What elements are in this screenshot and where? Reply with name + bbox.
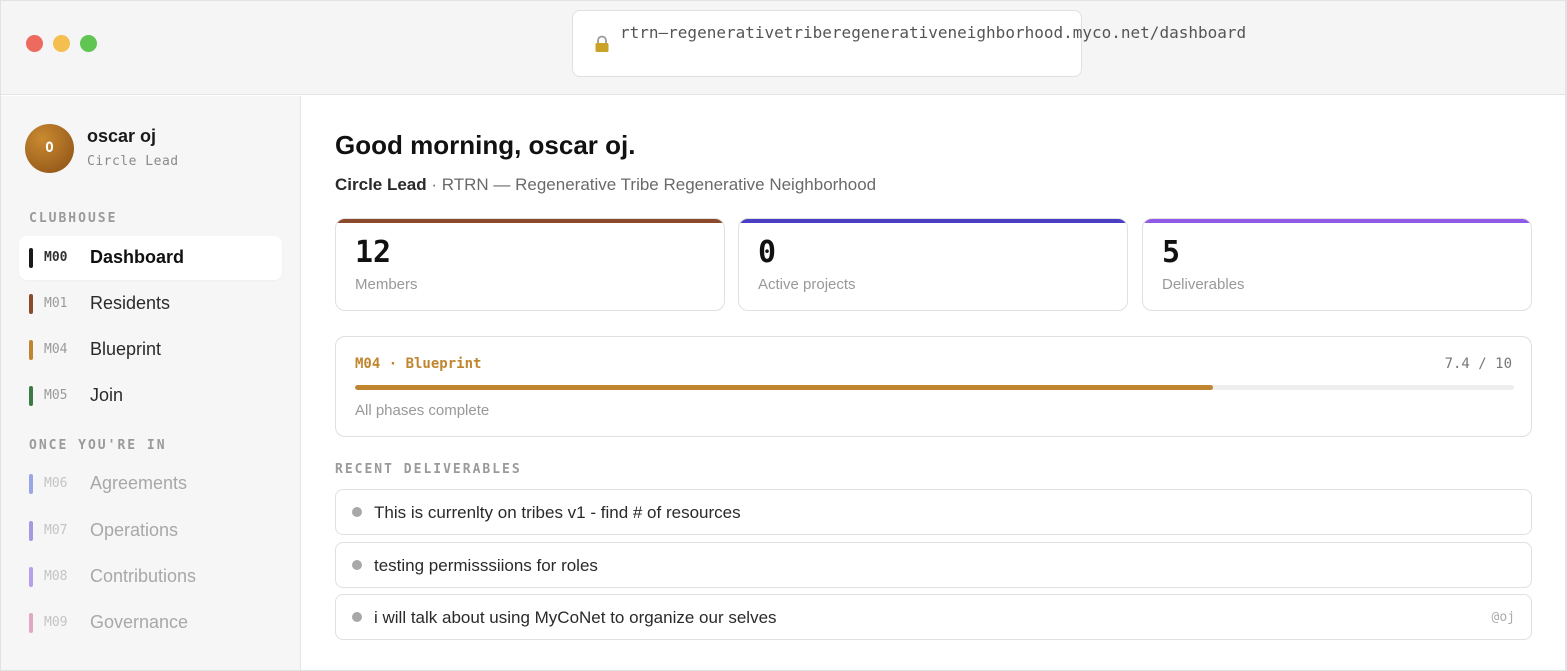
section-label-once-youre-in: ONCE YOU'RE IN [29, 438, 167, 453]
url-text: rtrn—regenerativetriberegenerativeneighb… [620, 23, 1247, 42]
blueprint-progress-card[interactable]: M04 · Blueprint 7.4 / 10 All phases comp… [335, 336, 1532, 437]
sidebar-item-contributions[interactable]: M08 Contributions [19, 555, 282, 599]
deliverable-text: This is currenlty on tribes v1 - find # … [374, 503, 741, 522]
user-role: Circle Lead [87, 154, 179, 169]
avatar[interactable]: O [25, 124, 74, 173]
nav-color-bar [29, 474, 33, 494]
deliverable-item[interactable]: testing permisssiions for roles [335, 542, 1532, 588]
bullet-dot [352, 507, 362, 517]
nav-label: Governance [90, 612, 189, 632]
maximize-window-button[interactable] [80, 35, 97, 52]
bullet-dot [352, 560, 362, 570]
blueprint-title: M04 · Blueprint [355, 356, 482, 372]
progress-track [355, 385, 1514, 390]
browser-window: rtrn—regenerativetriberegenerativeneighb… [0, 0, 1567, 671]
nav-label: Join [90, 385, 124, 405]
stat-accent [739, 219, 1127, 223]
deliverable-text: testing permisssiions for roles [374, 556, 598, 575]
deliverable-author: @oj [1491, 610, 1515, 625]
stat-value: 12 [355, 235, 392, 270]
nav-color-bar [29, 567, 33, 587]
main-content: Good morning, oscar oj. Circle Lead · RT… [302, 96, 1565, 670]
section-label-clubhouse: CLUBHOUSE [29, 211, 118, 226]
deliverable-item[interactable]: This is currenlty on tribes v1 - find # … [335, 489, 1532, 535]
nav-code: M00 [44, 250, 68, 265]
stat-label: Active projects [758, 276, 856, 293]
nav-label: Agreements [90, 473, 188, 493]
nav-label: Residents [90, 293, 171, 313]
org-subtitle: Circle Lead · RTRN — Regenerative Tribe … [335, 175, 876, 195]
sidebar-item-residents[interactable]: M01 Residents [19, 282, 282, 326]
stat-label: Members [355, 276, 418, 293]
nav-code: M01 [44, 296, 68, 311]
nav-color-bar [29, 248, 33, 268]
nav-label: Dashboard [90, 247, 185, 267]
nav-code: M07 [44, 523, 68, 538]
stat-accent [1143, 219, 1531, 223]
nav-label: Blueprint [90, 339, 162, 359]
page-title: Good morning, oscar oj. [335, 130, 636, 160]
nav-code: M06 [44, 476, 68, 491]
sidebar-item-blueprint[interactable]: M04 Blueprint [19, 328, 282, 372]
stat-card-members[interactable]: 12 Members [335, 218, 725, 311]
title-bar: rtrn—regenerativetriberegenerativeneighb… [1, 1, 1565, 95]
sidebar-item-governance[interactable]: M09 Governance [19, 601, 282, 645]
sidebar-item-join[interactable]: M05 Join [19, 374, 282, 418]
recent-deliverables-heading: RECENT DELIVERABLES [335, 462, 522, 477]
stat-label: Deliverables [1162, 276, 1245, 293]
stat-card-deliverables[interactable]: 5 Deliverables [1142, 218, 1532, 311]
sidebar-item-dashboard[interactable]: M00 Dashboard [19, 236, 282, 280]
sidebar-item-agreements[interactable]: M06 Agreements [19, 462, 282, 506]
nav-code: M05 [44, 388, 68, 403]
deliverable-text: i will talk about using MyCoNet to organ… [374, 608, 777, 627]
lock-icon [595, 35, 609, 52]
nav-color-bar [29, 340, 33, 360]
user-name: oscar oj [87, 126, 157, 146]
address-bar[interactable]: rtrn—regenerativetriberegenerativeneighb… [572, 10, 1246, 77]
stat-accent [336, 219, 724, 223]
subtitle-role: Circle Lead [335, 175, 427, 194]
nav-color-bar [29, 521, 33, 541]
nav-label: Contributions [90, 566, 197, 586]
sidebar-item-operations[interactable]: M07 Operations [19, 509, 282, 553]
stat-card-active-projects[interactable]: 0 Active projects [738, 218, 1128, 311]
subtitle-org: · RTRN — Regenerative Tribe Regenerative… [426, 175, 877, 194]
nav-color-bar [29, 294, 33, 314]
nav-code: M08 [44, 569, 68, 584]
blueprint-score: 7.4 / 10 [1444, 356, 1512, 372]
nav-color-bar [29, 386, 33, 406]
deliverable-item[interactable]: i will talk about using MyCoNet to organ… [335, 594, 1532, 640]
stat-value: 0 [758, 235, 777, 270]
stat-value: 5 [1162, 235, 1181, 270]
nav-code: M04 [44, 342, 68, 357]
close-window-button[interactable] [26, 35, 43, 52]
minimize-window-button[interactable] [53, 35, 70, 52]
nav-label: Operations [90, 520, 179, 540]
sidebar: O oscar oj Circle Lead CLUBHOUSE M00 Das… [1, 96, 301, 670]
nav-code: M09 [44, 615, 68, 630]
bullet-dot [352, 612, 362, 622]
blueprint-status: All phases complete [355, 402, 490, 419]
progress-fill [355, 385, 1213, 390]
nav-color-bar [29, 613, 33, 633]
